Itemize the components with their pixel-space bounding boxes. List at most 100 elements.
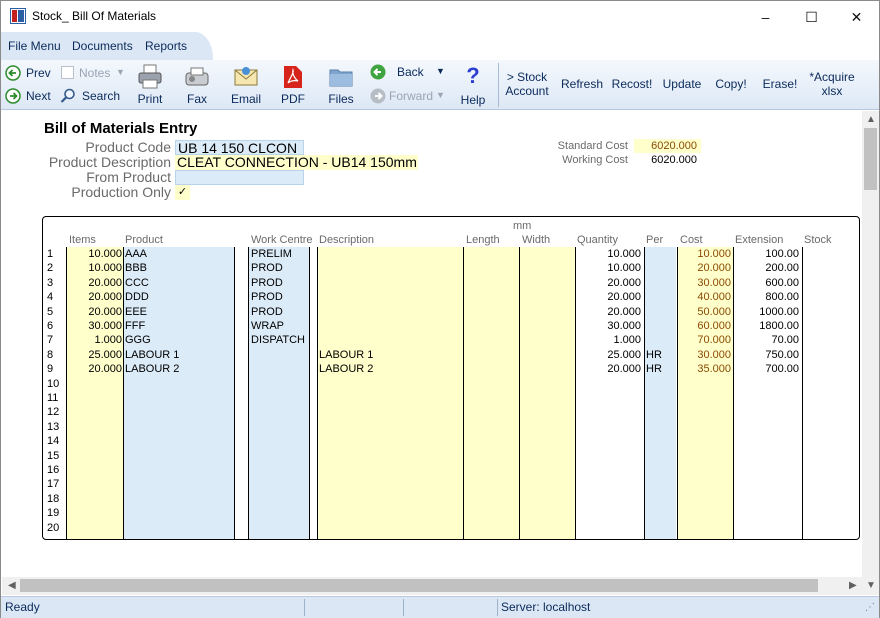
table-row[interactable]: 15 <box>43 449 859 463</box>
cell-description[interactable] <box>319 449 462 463</box>
horizontal-scrollbar[interactable]: ◀ ▶ ▼ <box>2 577 879 595</box>
table-row[interactable]: 8 25.000 LABOUR 1 LABOUR 1 25.000 HR 30.000 750… <box>43 348 859 362</box>
cell-per[interactable] <box>646 261 676 275</box>
cell-quantity[interactable] <box>576 506 641 520</box>
scroll-down-icon[interactable]: ▼ <box>866 580 876 591</box>
cell-work-centre[interactable] <box>251 420 308 434</box>
cell-extension[interactable] <box>734 420 799 434</box>
cell-extension[interactable]: 700.00 <box>734 362 799 376</box>
cell-work-centre[interactable] <box>251 362 308 376</box>
cell-quantity[interactable]: 30.000 <box>576 319 641 333</box>
cell-work-centre[interactable] <box>251 377 308 391</box>
notes-button[interactable]: Notes ▼ <box>60 64 126 82</box>
table-row[interactable]: 18 <box>43 492 859 506</box>
cell-extension[interactable] <box>734 477 799 491</box>
cell-extension[interactable]: 100.00 <box>734 247 799 261</box>
cell-description[interactable] <box>319 261 462 275</box>
cell-extension[interactable] <box>734 391 799 405</box>
table-row[interactable]: 17 <box>43 477 859 491</box>
cell-work-centre[interactable]: PROD <box>251 276 308 290</box>
cell-product[interactable]: AAA <box>125 247 233 261</box>
cell-cost[interactable] <box>678 434 731 448</box>
menu-documents[interactable]: Documents <box>72 39 133 53</box>
cell-items[interactable]: 20.000 <box>67 276 122 290</box>
cell-work-centre[interactable]: PRELIM <box>251 247 308 261</box>
table-row[interactable]: 16 <box>43 463 859 477</box>
close-button[interactable]: ✕ <box>834 3 879 31</box>
cell-quantity[interactable] <box>576 463 641 477</box>
cell-extension[interactable] <box>734 434 799 448</box>
cell-items[interactable]: 25.000 <box>67 348 122 362</box>
cell-per[interactable] <box>646 247 676 261</box>
cell-product[interactable]: CCC <box>125 276 233 290</box>
cell-quantity[interactable]: 20.000 <box>576 362 641 376</box>
cell-product[interactable] <box>125 521 233 535</box>
menu-file[interactable]: File Menu <box>8 39 61 53</box>
cell-description[interactable] <box>319 391 462 405</box>
back-button[interactable]: Back ▼ <box>369 64 447 82</box>
cell-per[interactable] <box>646 506 676 520</box>
cell-description[interactable] <box>319 492 462 506</box>
cell-per[interactable] <box>646 305 676 319</box>
cell-product[interactable]: DDD <box>125 290 233 304</box>
table-row[interactable]: 1 10.000 AAA PRELIM 10.000 10.000 100.00 <box>43 247 859 261</box>
cell-items[interactable] <box>67 463 122 477</box>
cell-product[interactable] <box>125 492 233 506</box>
cell-items[interactable] <box>67 521 122 535</box>
horizontal-scroll-thumb[interactable] <box>20 579 818 592</box>
cell-per[interactable] <box>646 477 676 491</box>
cell-extension[interactable]: 750.00 <box>734 348 799 362</box>
cell-cost[interactable]: 30.000 <box>678 348 731 362</box>
cell-quantity[interactable] <box>576 434 641 448</box>
cell-extension[interactable]: 1800.00 <box>734 319 799 333</box>
cell-items[interactable]: 20.000 <box>67 362 122 376</box>
cell-items[interactable] <box>67 434 122 448</box>
cell-quantity[interactable] <box>576 492 641 506</box>
search-button[interactable]: Search <box>60 87 122 105</box>
cell-extension[interactable]: 1000.00 <box>734 305 799 319</box>
cell-work-centre[interactable] <box>251 348 308 362</box>
cell-description[interactable] <box>319 434 462 448</box>
table-row[interactable]: 13 <box>43 420 859 434</box>
cell-quantity[interactable]: 10.000 <box>576 247 641 261</box>
table-row[interactable]: 20 <box>43 521 859 535</box>
cell-items[interactable] <box>67 506 122 520</box>
cell-work-centre[interactable] <box>251 506 308 520</box>
cell-work-centre[interactable] <box>251 521 308 535</box>
cell-description[interactable] <box>319 290 462 304</box>
cell-quantity[interactable] <box>576 420 641 434</box>
cell-quantity[interactable] <box>576 405 641 419</box>
cell-per[interactable] <box>646 276 676 290</box>
erase-button[interactable]: Erase! <box>757 77 803 91</box>
cell-per[interactable] <box>646 391 676 405</box>
from-product-field[interactable] <box>175 170 304 185</box>
cell-per[interactable] <box>646 492 676 506</box>
cell-per[interactable] <box>646 420 676 434</box>
cell-quantity[interactable]: 25.000 <box>576 348 641 362</box>
cell-quantity[interactable]: 20.000 <box>576 290 641 304</box>
cell-per[interactable] <box>646 449 676 463</box>
cell-cost[interactable]: 60.000 <box>678 319 731 333</box>
table-row[interactable]: 4 20.000 DDD PROD 20.000 40.000 800.00 <box>43 290 859 304</box>
cell-quantity[interactable] <box>576 521 641 535</box>
cell-extension[interactable]: 800.00 <box>734 290 799 304</box>
cell-per[interactable] <box>646 434 676 448</box>
cell-per[interactable] <box>646 463 676 477</box>
cell-cost[interactable]: 20.000 <box>678 261 731 275</box>
cell-cost[interactable] <box>678 420 731 434</box>
table-row[interactable]: 7 1.000 GGG DISPATCH 1.000 70.000 70.00 <box>43 333 859 347</box>
standard-cost-field[interactable]: 6020.000 <box>634 139 701 153</box>
cell-quantity[interactable]: 1.000 <box>576 333 641 347</box>
cell-per[interactable] <box>646 319 676 333</box>
cell-per[interactable] <box>646 521 676 535</box>
cell-description[interactable] <box>319 463 462 477</box>
cell-product[interactable] <box>125 434 233 448</box>
cell-description[interactable] <box>319 405 462 419</box>
cell-extension[interactable] <box>734 405 799 419</box>
files-button[interactable]: Files <box>323 62 359 108</box>
cell-per[interactable] <box>646 405 676 419</box>
cell-product[interactable]: BBB <box>125 261 233 275</box>
acquire-xlsx-button[interactable]: *Acquire xlsx <box>805 70 859 100</box>
cell-cost[interactable]: 30.000 <box>678 276 731 290</box>
cell-description[interactable] <box>319 247 462 261</box>
